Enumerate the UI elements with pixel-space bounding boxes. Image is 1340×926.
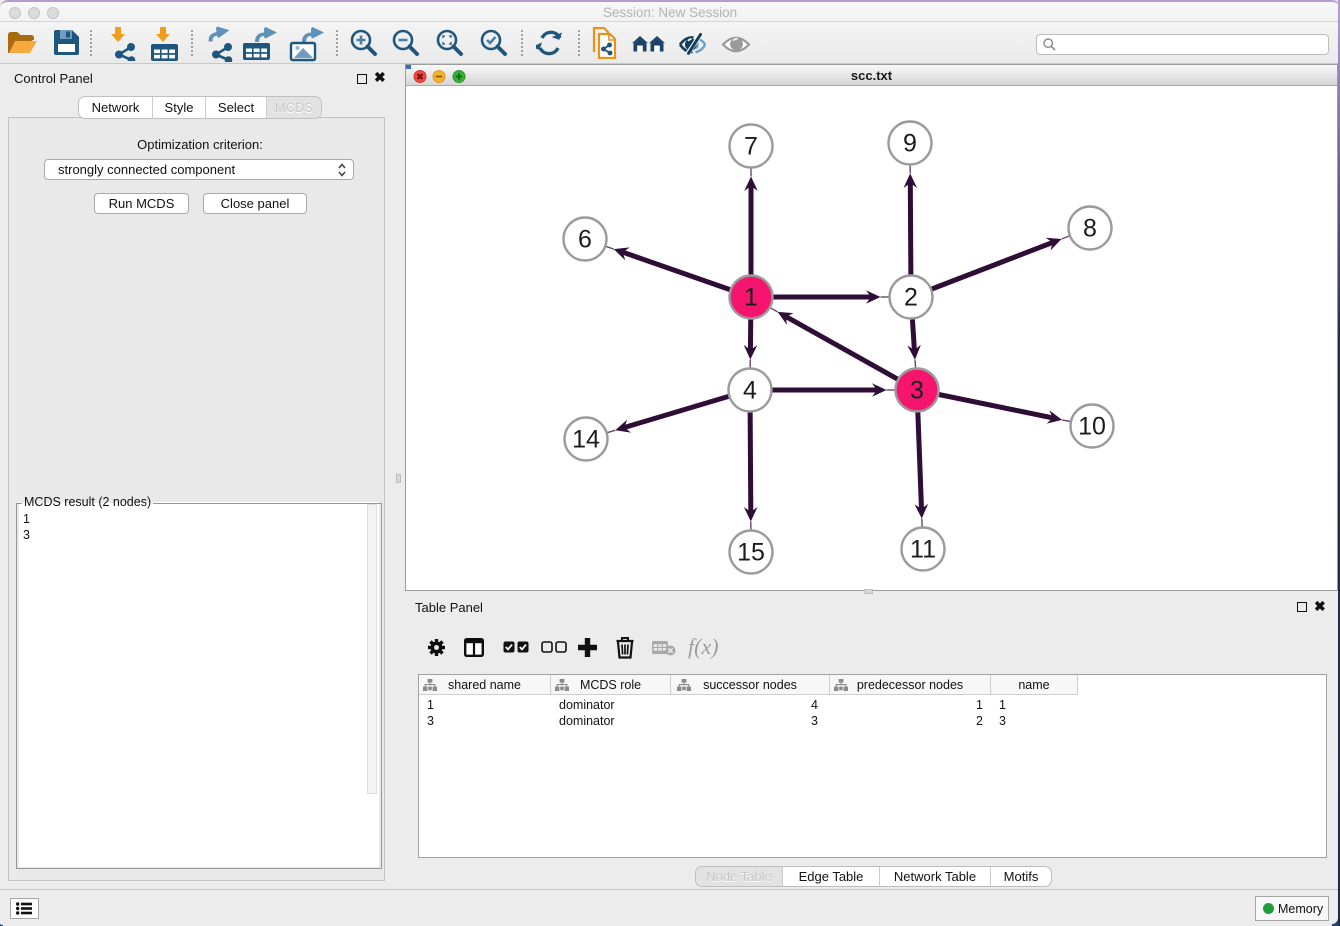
svg-text:14: 14 bbox=[572, 426, 600, 454]
svg-text:3: 3 bbox=[910, 377, 924, 405]
svg-text:7: 7 bbox=[744, 133, 758, 161]
svg-text:8: 8 bbox=[1083, 215, 1097, 243]
svg-text:1: 1 bbox=[744, 284, 758, 312]
svg-text:15: 15 bbox=[737, 539, 765, 567]
svg-text:11: 11 bbox=[910, 536, 936, 564]
svg-text:9: 9 bbox=[903, 130, 917, 158]
svg-text:2: 2 bbox=[904, 284, 918, 312]
svg-text:6: 6 bbox=[578, 226, 592, 254]
svg-text:10: 10 bbox=[1078, 413, 1106, 441]
svg-text:4: 4 bbox=[743, 377, 757, 405]
